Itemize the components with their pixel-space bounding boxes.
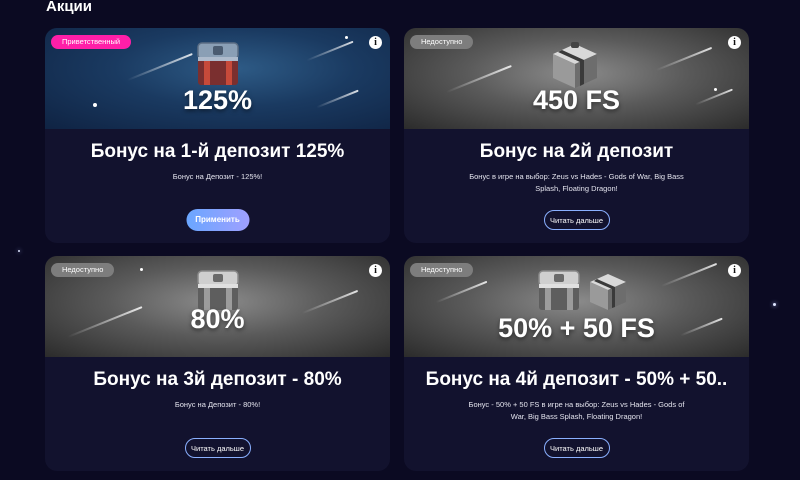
apply-button[interactable]: Применить — [186, 209, 249, 231]
background-sparkle — [773, 303, 776, 306]
info-icon[interactable]: i — [728, 36, 741, 49]
card-description: Бонус на Депозит - 80%! — [174, 400, 261, 409]
status-badge: Недоступно — [410, 263, 474, 277]
card-title: Бонус на 3й депозит - 80% — [93, 369, 342, 390]
card-description: Бонус на Депозит - 125%! — [172, 172, 263, 181]
promo-card-2: 450 FS Недоступно i Бонус на 2й депозит … — [404, 28, 749, 243]
info-icon[interactable]: i — [369, 264, 382, 277]
gift-box-icon — [590, 274, 626, 310]
status-badge: Приветственный — [51, 35, 132, 49]
promo-card-1: 125% Приветственный i Бонус на 1-й депоз… — [45, 28, 390, 243]
info-icon[interactable]: i — [369, 36, 382, 49]
bonus-amount: 450 FS — [532, 85, 621, 115]
status-badge: Недоступно — [410, 35, 474, 49]
read-more-button[interactable]: Читать дальше — [543, 210, 610, 230]
bonus-amount: 50% + 50 FS — [498, 313, 655, 343]
promo-card-4: 50% + 50 FS Недоступно i Бонус на 4й деп… — [404, 256, 749, 471]
card-description: Бонус - 50% + 50 FS в игре на выбор: Zeu… — [468, 400, 685, 421]
section-title: Акции — [46, 0, 93, 15]
info-icon[interactable]: i — [728, 264, 741, 277]
promo-card-3: 80% Недоступно i Бонус на 3й депозит - 8… — [45, 256, 390, 471]
card-title: Бонус на 4й депозит - 50% + 50.. — [425, 369, 728, 390]
read-more-button[interactable]: Читать дальше — [184, 438, 251, 458]
read-more-button[interactable]: Читать дальше — [543, 438, 610, 458]
bonus-chest-icon — [197, 42, 239, 85]
bonus-amount: 80% — [190, 304, 245, 334]
card-title: Бонус на 2й депозит — [479, 141, 674, 162]
gift-box-icon — [553, 42, 597, 88]
card-description: Бонус в игре на выбор: Zeus vs Hades - G… — [469, 172, 684, 193]
background-sparkle — [18, 250, 20, 252]
bonus-amount: 125% — [182, 85, 253, 115]
card-title: Бонус на 1-й депозит 125% — [90, 141, 345, 162]
status-badge: Недоступно — [51, 263, 115, 277]
bonus-chest-icon — [538, 270, 580, 310]
